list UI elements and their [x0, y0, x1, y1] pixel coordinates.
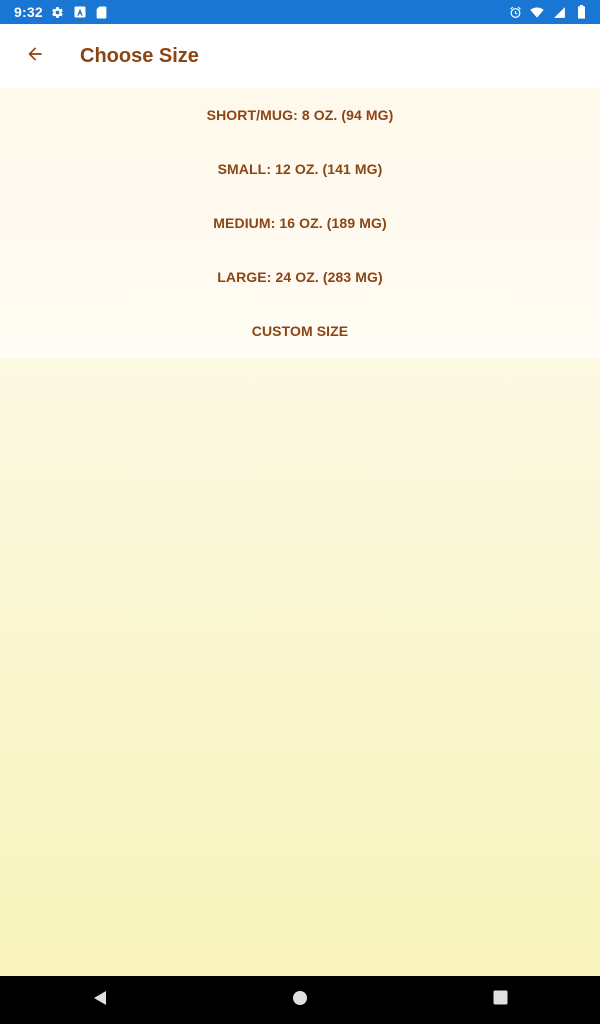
size-option-short-mug[interactable]: SHORT/MUG: 8 OZ. (94 MG) — [0, 88, 600, 142]
sd-card-icon — [95, 5, 109, 19]
signal-icon — [552, 5, 566, 19]
arrow-back-icon — [25, 44, 45, 69]
status-left: 9:32 — [14, 4, 109, 20]
size-list: SHORT/MUG: 8 OZ. (94 MG) SMALL: 12 OZ. (… — [0, 88, 600, 358]
recents-square-icon — [493, 990, 508, 1010]
navigation-bar — [0, 976, 600, 1024]
app-bar: Choose Size — [0, 24, 600, 88]
size-option-custom[interactable]: CUSTOM SIZE — [0, 304, 600, 358]
page-title: Choose Size — [80, 44, 199, 67]
back-triangle-icon — [92, 990, 108, 1011]
settings-icon — [51, 5, 65, 19]
content-area: SHORT/MUG: 8 OZ. (94 MG) SMALL: 12 OZ. (… — [0, 88, 600, 976]
battery-icon — [574, 5, 588, 19]
nav-back-button[interactable] — [76, 976, 124, 1024]
size-option-medium[interactable]: MEDIUM: 16 OZ. (189 MG) — [0, 196, 600, 250]
alarm-icon — [508, 5, 522, 19]
size-option-small[interactable]: SMALL: 12 OZ. (141 MG) — [0, 142, 600, 196]
home-circle-icon — [292, 990, 308, 1011]
wifi-icon — [530, 5, 544, 19]
status-time: 9:32 — [14, 4, 43, 20]
size-option-large[interactable]: LARGE: 24 OZ. (283 MG) — [0, 250, 600, 304]
back-button[interactable] — [7, 28, 63, 84]
font-a-icon — [73, 5, 87, 19]
nav-recents-button[interactable] — [476, 976, 524, 1024]
status-right — [508, 5, 588, 19]
nav-home-button[interactable] — [276, 976, 324, 1024]
status-bar: 9:32 — [0, 0, 600, 24]
